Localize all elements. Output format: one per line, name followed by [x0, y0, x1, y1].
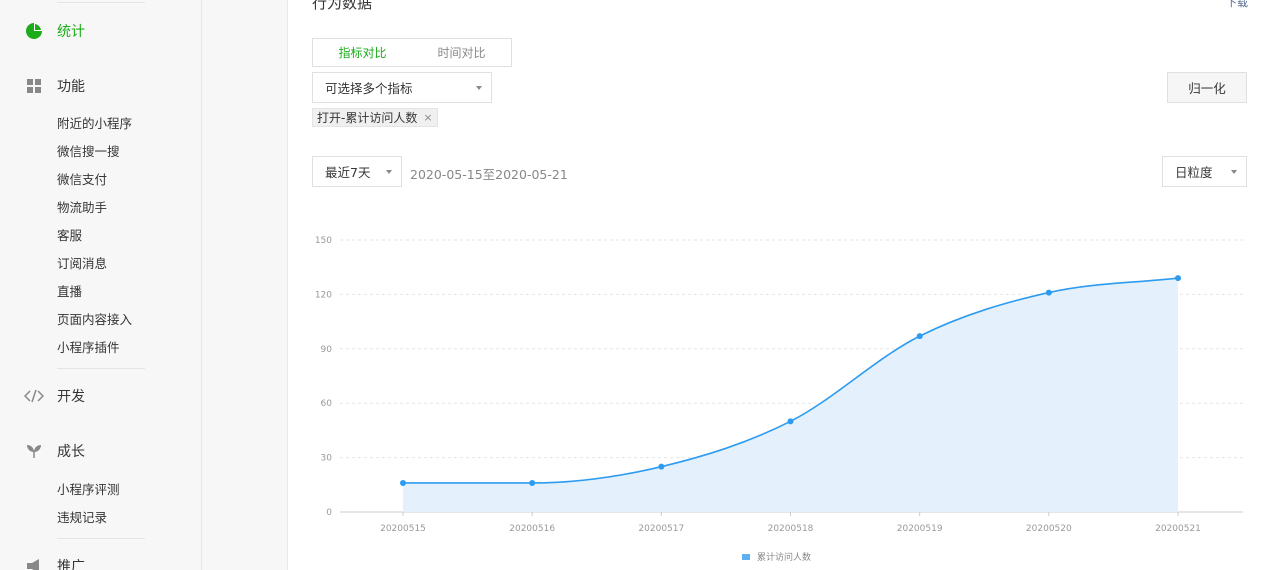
- y-tick-label: 90: [321, 345, 333, 355]
- normalize-button[interactable]: 归一化: [1167, 72, 1247, 103]
- data-point: [400, 479, 406, 486]
- granularity-select[interactable]: 日粒度: [1162, 156, 1247, 187]
- period-select-value: 最近7天: [325, 165, 371, 180]
- data-point: [787, 418, 794, 425]
- data-point: [529, 479, 536, 486]
- compare-tabs: 指标对比 时间对比: [312, 38, 512, 67]
- chevron-down-icon: [1231, 170, 1237, 174]
- chart-legend[interactable]: 累计访问人数: [742, 550, 811, 563]
- granularity-select-value: 日粒度: [1175, 165, 1213, 180]
- sidebar-section-label: 统计: [57, 24, 85, 40]
- sidebar-gutter: [202, 0, 288, 570]
- x-tick-label: 20200520: [1026, 524, 1072, 534]
- sidebar-section-promotion[interactable]: 推广: [24, 555, 85, 570]
- x-tick-label: 20200517: [638, 524, 684, 534]
- page-title: 行为数据: [312, 0, 373, 12]
- sidebar: 统计 功能 附近的小程序 微信搜一搜 微信支付 物流助手 客服 订阅消息 直播 …: [0, 0, 202, 570]
- sidebar-section-label: 功能: [57, 79, 85, 95]
- metric-select[interactable]: 可选择多个指标: [312, 72, 492, 103]
- selected-metric-label: 打开-累计访问人数: [317, 111, 418, 125]
- series-area: [403, 278, 1178, 512]
- sidebar-divider: [57, 2, 145, 3]
- y-tick-label: 0: [326, 508, 332, 518]
- sidebar-section-features[interactable]: 功能: [24, 75, 85, 97]
- sidebar-section-dev[interactable]: 开发: [24, 385, 85, 407]
- sidebar-item-content[interactable]: 页面内容接入: [57, 311, 132, 329]
- sidebar-item-subscribe[interactable]: 订阅消息: [57, 255, 107, 273]
- chevron-down-icon: [386, 170, 392, 174]
- sidebar-item-logistics[interactable]: 物流助手: [57, 199, 107, 217]
- period-select[interactable]: 最近7天: [312, 156, 402, 187]
- data-point: [1175, 275, 1181, 282]
- x-tick-label: 20200515: [380, 524, 426, 534]
- code-icon: [24, 386, 44, 406]
- chevron-down-icon: [476, 86, 482, 90]
- sprout-icon: [24, 441, 44, 461]
- y-tick-label: 120: [315, 290, 332, 300]
- sidebar-item-customer-service[interactable]: 客服: [57, 227, 82, 245]
- pie-chart-icon: [24, 21, 44, 41]
- x-tick-label: 20200518: [768, 524, 814, 534]
- sidebar-divider: [57, 368, 145, 369]
- sidebar-section-label: 成长: [57, 444, 85, 460]
- data-point: [658, 463, 665, 470]
- selected-metric-tag: 打开-累计访问人数 ×: [312, 108, 438, 127]
- grid-icon: [24, 76, 44, 96]
- close-icon[interactable]: ×: [423, 111, 432, 124]
- sidebar-item-evaluation[interactable]: 小程序评测: [57, 481, 120, 499]
- sidebar-section-label: 推广: [57, 559, 85, 570]
- legend-label: 累计访问人数: [757, 553, 812, 563]
- tab-metric-compare[interactable]: 指标对比: [313, 39, 412, 66]
- x-tick-label: 20200516: [509, 524, 555, 534]
- data-point: [1045, 289, 1052, 296]
- megaphone-icon: [24, 556, 44, 570]
- sidebar-section-label: 开发: [57, 389, 85, 405]
- line-chart: 0 30 60 90 120 150 20200515 20200516 20200517 202…: [315, 236, 1243, 534]
- y-tick-label: 60: [321, 399, 333, 409]
- download-link[interactable]: 下载: [1226, 0, 1248, 10]
- sidebar-item-nearby[interactable]: 附近的小程序: [57, 115, 132, 133]
- x-tick-label: 20200521: [1155, 524, 1201, 534]
- data-point: [916, 333, 923, 340]
- sidebar-item-live[interactable]: 直播: [57, 283, 82, 301]
- sidebar-item-pay[interactable]: 微信支付: [57, 171, 107, 189]
- y-tick-label: 150: [315, 236, 332, 246]
- sidebar-section-stats[interactable]: 统计: [24, 20, 85, 42]
- y-tick-label: 30: [321, 454, 333, 464]
- x-tick-label: 20200519: [897, 524, 943, 534]
- tab-time-compare[interactable]: 时间对比: [412, 39, 511, 66]
- sidebar-item-search[interactable]: 微信搜一搜: [57, 143, 120, 161]
- sidebar-section-growth[interactable]: 成长: [24, 440, 85, 462]
- sidebar-item-violations[interactable]: 违规记录: [57, 509, 107, 527]
- chart-container: 0 30 60 90 120 150 20200515 20200516 20200517 202…: [300, 225, 1260, 538]
- sidebar-divider: [57, 538, 145, 539]
- legend-swatch: [742, 553, 750, 560]
- sidebar-item-plugins[interactable]: 小程序插件: [57, 339, 120, 357]
- metric-select-placeholder: 可选择多个指标: [325, 81, 413, 96]
- date-range: 2020-05-15至2020-05-21: [410, 167, 568, 182]
